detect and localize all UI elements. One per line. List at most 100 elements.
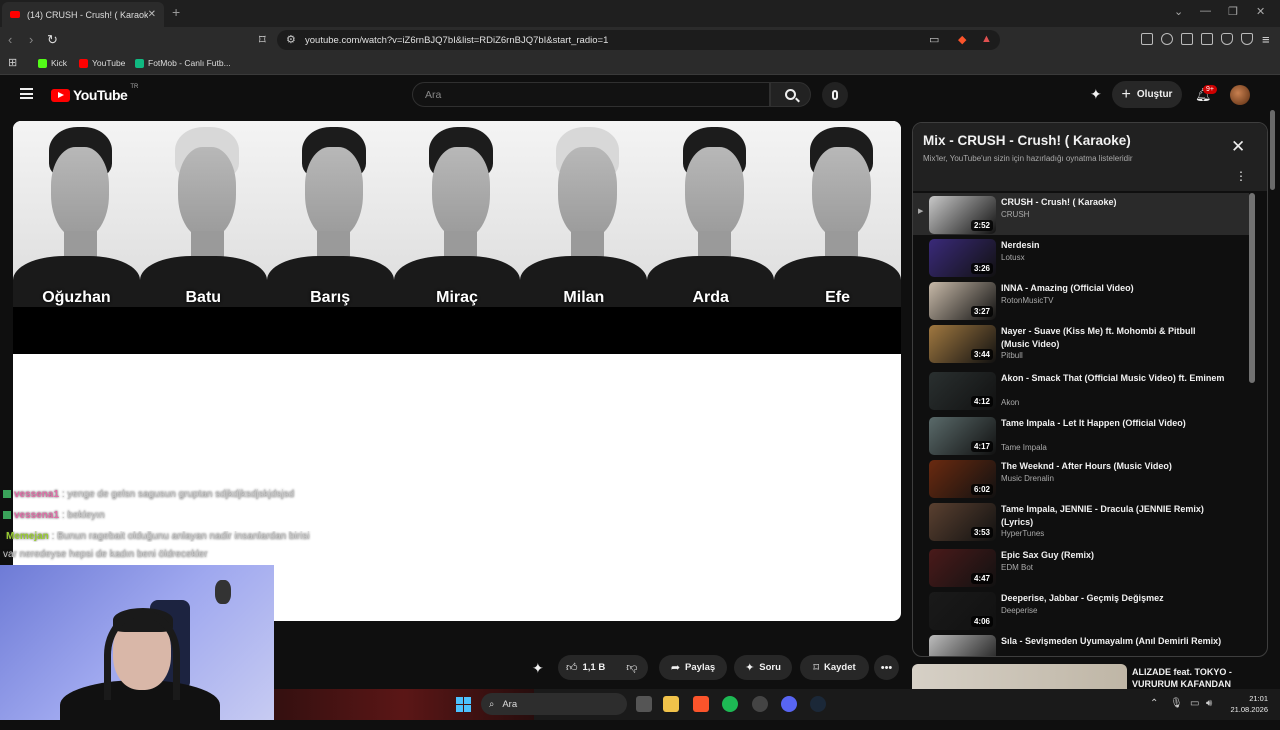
channel-name[interactable]: Pitbull bbox=[1001, 351, 1023, 360]
search-input[interactable]: Ara bbox=[412, 82, 770, 107]
video-title[interactable]: Epic Sax Guy (Remix) bbox=[1001, 549, 1226, 562]
video-title[interactable]: Tame Impala - Let It Happen (Official Vi… bbox=[1001, 417, 1226, 430]
forward-icon[interactable]: › bbox=[29, 32, 33, 47]
ai-sparkle-icon[interactable]: ✦ bbox=[1090, 86, 1102, 103]
video-player[interactable]: Oğuzhan Batu Barış Miraç Milan Arda Efe bbox=[13, 121, 901, 621]
video-title[interactable]: Sıla - Sevişmeden Uyumayalım (Anıl Demir… bbox=[1001, 635, 1226, 648]
microphone-tray-icon[interactable]: 🎙︎ bbox=[1170, 698, 1183, 709]
reload-icon[interactable]: ↻ bbox=[47, 32, 58, 48]
video-thumbnail[interactable]: 3:27 bbox=[929, 282, 996, 320]
video-title[interactable]: INNA - Amazing (Official Video) bbox=[1001, 282, 1226, 295]
extensions-icon[interactable] bbox=[1141, 33, 1153, 45]
like-count[interactable]: 1,1 B bbox=[583, 662, 606, 673]
playlist-item[interactable]: 4:06 Deeperise, Jabbar - Geçmiş Değişmez D… bbox=[913, 589, 1249, 631]
ask-button[interactable]: ✦ Soru bbox=[734, 655, 792, 680]
ai-sparkle-icon[interactable]: ✦ bbox=[532, 660, 544, 677]
voice-search-button[interactable] bbox=[822, 82, 848, 108]
video-title[interactable]: Nerdesin bbox=[1001, 239, 1226, 252]
like-icon[interactable]: 👍︎ bbox=[566, 661, 578, 674]
video-thumbnail[interactable]: 4:06 bbox=[929, 592, 996, 630]
maximize-icon[interactable]: ❐ bbox=[1228, 5, 1238, 18]
sidebar-icon[interactable] bbox=[1181, 33, 1193, 45]
close-playlist-icon[interactable]: ✕ bbox=[1231, 137, 1245, 157]
video-thumbnail[interactable]: 3:53 bbox=[929, 503, 996, 541]
channel-name[interactable]: Lotusx bbox=[1001, 253, 1025, 262]
channel-name[interactable]: Tame Impala bbox=[1001, 443, 1047, 452]
share-button[interactable]: ➦ Paylaş bbox=[659, 655, 727, 680]
taskbar-clock[interactable]: 21:01 21.08.2026 bbox=[1220, 693, 1268, 715]
windows-start-icon[interactable] bbox=[456, 697, 471, 712]
channel-name[interactable]: Music Drenalin bbox=[1001, 474, 1054, 483]
playlist-item[interactable]: 6:02 The Weeknd - After Hours (Music Vide… bbox=[913, 457, 1249, 499]
video-thumbnail[interactable] bbox=[929, 635, 996, 656]
taskbar-search[interactable]: ⌕ Ara bbox=[481, 693, 627, 715]
playlist-item[interactable]: 3:27 INNA - Amazing (Official Video) Roton… bbox=[913, 279, 1249, 321]
video-thumbnail[interactable]: 4:12 bbox=[929, 372, 996, 410]
video-title[interactable]: The Weeknd - After Hours (Music Video) bbox=[1001, 460, 1226, 473]
video-title[interactable]: CRUSH - Crush! ( Karaoke) bbox=[1001, 196, 1226, 209]
leo-ai-icon[interactable] bbox=[1221, 33, 1233, 45]
save-button[interactable]: ⌑ Kaydet bbox=[800, 655, 869, 680]
bookmark-kick[interactable]: Kick bbox=[38, 58, 67, 68]
bookmark-icon[interactable]: ⌑ bbox=[259, 32, 266, 48]
playlist-item[interactable]: 4:12 Akon - Smack That (Official Music Vi… bbox=[913, 369, 1249, 411]
hamburger-menu-icon[interactable] bbox=[20, 88, 33, 99]
account-avatar[interactable] bbox=[1230, 85, 1250, 105]
playlist-item[interactable]: 3:53 Tame Impala, JENNIE - Dracula (JENNI… bbox=[913, 500, 1249, 542]
video-thumbnail[interactable]: 3:26 bbox=[929, 239, 996, 277]
bookmark-youtube[interactable]: YouTube bbox=[79, 58, 125, 68]
bookmark-fotmob[interactable]: FotMob - Canlı Futb... bbox=[135, 58, 231, 68]
network-icon[interactable]: ▭ bbox=[1190, 698, 1199, 709]
create-button[interactable]: + Oluştur bbox=[1112, 81, 1182, 108]
video-title[interactable]: Tame Impala, JENNIE - Dracula (JENNIE Re… bbox=[1001, 503, 1226, 529]
rewards-icon[interactable]: ▲ bbox=[981, 33, 992, 45]
suggested-title[interactable]: ALIZADE feat. TOKYO - VURURUM KAFANDAN bbox=[1132, 666, 1232, 690]
channel-name[interactable]: RotonMusicTV bbox=[1001, 296, 1053, 305]
brave-shield-icon[interactable]: ◆ bbox=[958, 33, 966, 46]
menu-icon[interactable]: ≡ bbox=[1262, 32, 1270, 47]
video-title[interactable]: Akon - Smack That (Official Music Video)… bbox=[1001, 372, 1226, 385]
discord-icon[interactable] bbox=[781, 696, 797, 712]
back-icon[interactable]: ‹ bbox=[8, 32, 12, 47]
video-title[interactable]: Deeperise, Jabbar - Geçmiş Değişmez bbox=[1001, 592, 1226, 605]
video-title[interactable]: Nayer - Suave (Kiss Me) ft. Mohombi & Pi… bbox=[1001, 325, 1226, 351]
cast-icon[interactable]: ▭ bbox=[929, 33, 939, 46]
playlist-item[interactable]: 3:44 Nayer - Suave (Kiss Me) ft. Mohombi … bbox=[913, 322, 1249, 364]
video-thumbnail[interactable]: 6:02 bbox=[929, 460, 996, 498]
youtube-logo[interactable]: YouTube TR bbox=[51, 84, 138, 103]
spotify-icon[interactable] bbox=[722, 696, 738, 712]
video-thumbnail[interactable]: 4:17 bbox=[929, 417, 996, 455]
volume-icon[interactable]: 🔊︎ bbox=[1206, 698, 1212, 709]
tab-list-icon[interactable]: ⌄ bbox=[1174, 5, 1183, 18]
close-tab-icon[interactable]: ✕ bbox=[148, 9, 156, 20]
tray-overflow-icon[interactable]: ⌃ bbox=[1150, 698, 1158, 709]
channel-name[interactable]: EDM Bot bbox=[1001, 563, 1033, 572]
wallet-icon[interactable] bbox=[1201, 33, 1213, 45]
steam-icon[interactable] bbox=[810, 696, 826, 712]
playlist-item[interactable]: ▶ 2:52 CRUSH - Crush! ( Karaoke) CRUSH bbox=[913, 193, 1249, 235]
apps-grid-icon[interactable]: ⊞ bbox=[8, 56, 17, 69]
search-button[interactable] bbox=[770, 82, 811, 107]
minimize-icon[interactable]: — bbox=[1200, 5, 1211, 17]
playlist-item[interactable]: 3:26 Nerdesin Lotusx bbox=[913, 236, 1249, 278]
page-scrollbar[interactable] bbox=[1270, 110, 1275, 190]
suggested-video[interactable]: ALIZADE feat. TOKYO - VURURUM KAFANDAN bbox=[912, 664, 1268, 690]
playlist-title[interactable]: Mix - CRUSH - Crush! ( Karaoke) bbox=[923, 133, 1131, 148]
site-info-icon[interactable]: ⚙ bbox=[286, 33, 296, 46]
close-window-icon[interactable]: ✕ bbox=[1256, 5, 1265, 18]
channel-name[interactable]: Deeperise bbox=[1001, 606, 1037, 615]
address-bar[interactable]: ⚙ youtube.com/watch?v=iZ6rnBJQ7bI&list=R… bbox=[277, 30, 1000, 50]
task-view-icon[interactable] bbox=[636, 696, 652, 712]
channel-name[interactable]: HyperTunes bbox=[1001, 529, 1044, 538]
playlist-item[interactable]: 4:47 Epic Sax Guy (Remix) EDM Bot bbox=[913, 546, 1249, 588]
new-tab-icon[interactable]: + bbox=[172, 4, 180, 20]
dislike-icon[interactable]: 👎︎ bbox=[626, 661, 637, 674]
browser-tab[interactable]: (14) CRUSH - Crush! ( Karaoke) ✕ bbox=[2, 2, 164, 27]
channel-name[interactable]: CRUSH bbox=[1001, 210, 1029, 219]
more-actions-button[interactable]: ••• bbox=[874, 655, 899, 680]
video-thumbnail[interactable]: 3:44 bbox=[929, 325, 996, 363]
vpn-shield-icon[interactable] bbox=[1241, 33, 1253, 45]
file-explorer-icon[interactable] bbox=[663, 696, 679, 712]
video-thumbnail[interactable]: 2:52 bbox=[929, 196, 996, 234]
playlist-scrollbar[interactable] bbox=[1249, 193, 1255, 383]
